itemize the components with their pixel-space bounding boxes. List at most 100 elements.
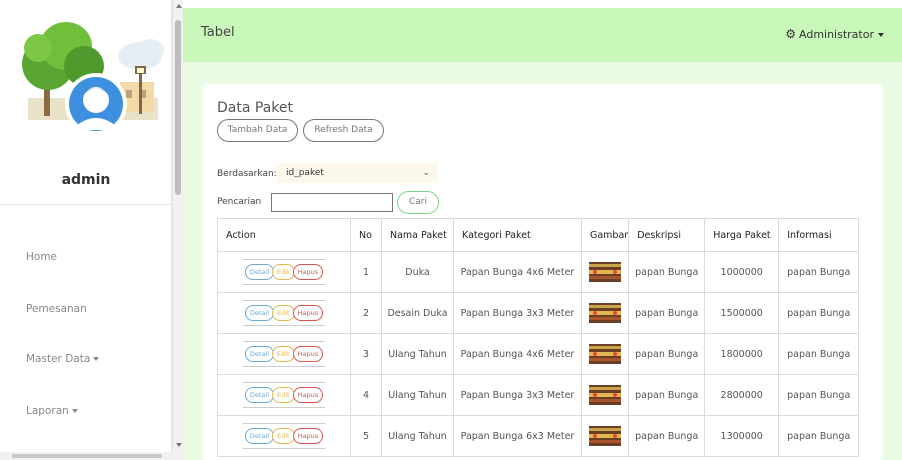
table-header-row: Action No Nama Paket Kategori Paket Gamb…: [217, 218, 860, 252]
sidebar-item-label: Master Data: [26, 353, 91, 365]
search-label: Pencarian: [217, 197, 262, 207]
row-actions: Detail Edit Hapus: [217, 333, 351, 375]
cell-deskripsi: papan Bunga: [628, 292, 706, 334]
cell-no: 4: [350, 374, 382, 416]
sidebar-item-home[interactable]: Home: [26, 251, 57, 263]
cell-deskripsi: papan Bunga: [628, 333, 706, 375]
delete-button[interactable]: Hapus: [292, 346, 324, 362]
cell-kategori-paket: Papan Bunga 4x6 Meter: [453, 333, 582, 375]
delete-button[interactable]: Hapus: [292, 387, 324, 403]
edit-button[interactable]: Edit: [272, 346, 295, 362]
gear-icon: ⚙: [785, 27, 796, 41]
scroll-up-icon[interactable]: [176, 4, 182, 8]
user-name: admin: [61, 172, 111, 188]
page-title: Tabel: [201, 25, 235, 40]
cell-informasi: papan Bunga: [778, 374, 860, 416]
delete-button[interactable]: Hapus: [292, 264, 324, 280]
sidebar-item-laporan[interactable]: Laporan: [26, 405, 78, 417]
delete-button[interactable]: Hapus: [292, 305, 324, 321]
cell-nama-paket: Ulang Tahun: [381, 415, 454, 457]
column-header: Action: [217, 218, 351, 252]
table-row: Detail Edit Hapus 1 Duka Papan Bunga 4x6 Mete…: [217, 251, 860, 293]
row-actions: Detail Edit Hapus: [217, 374, 351, 416]
scroll-down-icon[interactable]: [176, 443, 182, 447]
edit-button[interactable]: Edit: [272, 305, 295, 321]
table-row: Detail Edit Hapus 2 Desain Duka Papan Bunga 3…: [217, 292, 860, 334]
edit-button[interactable]: Edit: [272, 387, 295, 403]
sidebar-item-label: Home: [26, 251, 58, 263]
action-group: Detail Edit Hapus: [242, 341, 326, 367]
cell-nama-paket: Ulang Tahun: [381, 333, 454, 375]
add-data-button[interactable]: Tambah Data: [217, 119, 298, 142]
cell-informasi: papan Bunga: [778, 292, 860, 334]
refresh-data-button[interactable]: Refresh Data: [303, 119, 384, 142]
horizontal-scrollbar[interactable]: [0, 452, 183, 460]
cell-harga-paket: 1800000: [704, 333, 780, 375]
detail-button[interactable]: Detail: [244, 305, 275, 321]
cell-nama-paket: Desain Duka: [381, 292, 454, 334]
cell-no: 2: [350, 292, 382, 334]
horizontal-scrollbar-thumb[interactable]: [12, 454, 162, 458]
scrollbar-thumb[interactable]: [175, 20, 181, 195]
edit-button[interactable]: Edit: [272, 428, 295, 444]
profile-illustration: [22, 22, 164, 135]
sidebar-item-label: Laporan: [26, 405, 69, 417]
top-bar: Tabel ⚙ Administrator: [183, 8, 902, 62]
card-title: Data Paket: [217, 100, 293, 116]
row-actions: Detail Edit Hapus: [217, 415, 351, 457]
caret-down-icon: [93, 357, 100, 361]
action-group: Detail Edit Hapus: [242, 300, 326, 326]
edit-button[interactable]: Edit: [272, 264, 295, 280]
cell-nama-paket: Ulang Tahun: [381, 374, 454, 416]
cell-no: 1: [350, 251, 382, 293]
cell-harga-paket: 2800000: [704, 374, 780, 416]
user-menu[interactable]: ⚙ Administrator: [785, 27, 884, 41]
cell-informasi: papan Bunga: [778, 333, 860, 375]
cell-nama-paket: Duka: [381, 251, 454, 293]
package-thumbnail-image: [589, 385, 622, 405]
cell-harga-paket: 1300000: [704, 415, 780, 457]
filter-select[interactable]: id_paket ⌄: [276, 163, 438, 183]
package-table: Action No Nama Paket Kategori Paket Gamb…: [217, 218, 860, 457]
search-input[interactable]: [271, 193, 393, 212]
cell-no: 5: [350, 415, 382, 457]
detail-button[interactable]: Detail: [244, 346, 275, 362]
detail-button[interactable]: Detail: [244, 264, 275, 280]
package-thumbnail-image: [589, 426, 622, 446]
row-actions: Detail Edit Hapus: [217, 251, 351, 293]
user-menu-label: Administrator: [799, 28, 874, 41]
cell-gambar: [580, 251, 630, 293]
column-header: No: [350, 218, 382, 252]
action-group: Detail Edit Hapus: [242, 382, 326, 408]
column-header: Informasi: [778, 218, 860, 252]
delete-button[interactable]: Hapus: [292, 428, 324, 444]
cell-harga-paket: 1500000: [704, 292, 780, 334]
filter-select-value: id_paket: [286, 168, 324, 178]
package-thumbnail-image: [589, 303, 622, 323]
detail-button[interactable]: Detail: [244, 387, 275, 403]
cell-kategori-paket: Papan Bunga 4x6 Meter: [453, 251, 582, 293]
caret-down-icon: [878, 33, 884, 37]
cell-gambar: [580, 333, 630, 375]
sidebar-item-pemesanan[interactable]: Pemesanan: [26, 303, 87, 315]
cell-kategori-paket: Papan Bunga 3x3 Meter: [453, 374, 582, 416]
package-thumbnail-image: [589, 262, 622, 282]
cell-deskripsi: papan Bunga: [628, 415, 706, 457]
column-header: Deskripsi: [628, 218, 706, 252]
sidebar-item-master-data[interactable]: Master Data: [26, 353, 100, 365]
action-group: Detail Edit Hapus: [242, 259, 326, 285]
cell-gambar: [580, 292, 630, 334]
cell-informasi: papan Bunga: [778, 251, 860, 293]
row-actions: Detail Edit Hapus: [217, 292, 351, 334]
column-header: Kategori Paket: [453, 218, 582, 252]
detail-button[interactable]: Detail: [244, 428, 275, 444]
sidebar: admin Home Pemesanan Master Data Laporan: [0, 0, 172, 460]
table-row: Detail Edit Hapus 3 Ulang Tahun Papan Bunga 4…: [217, 333, 860, 375]
cell-kategori-paket: Papan Bunga 3x3 Meter: [453, 292, 582, 334]
chevron-down-icon: ⌄: [422, 168, 430, 178]
sidebar-scrollbar[interactable]: [172, 0, 183, 460]
search-button[interactable]: Cari: [397, 191, 439, 214]
caret-down-icon: [71, 409, 78, 413]
cell-gambar: [580, 374, 630, 416]
column-header: Harga Paket: [704, 218, 780, 252]
